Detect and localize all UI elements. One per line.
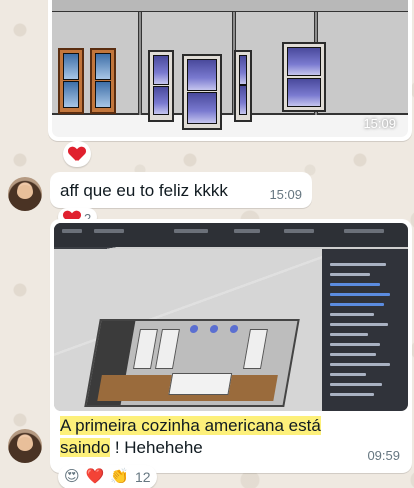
sender-avatar[interactable] <box>8 429 42 463</box>
message-time: 09:59 <box>367 448 400 463</box>
roof-shape <box>52 0 408 12</box>
ground-shape <box>52 115 408 137</box>
message-time: 15:09 <box>269 187 302 202</box>
house-render-image[interactable]: 15:09 <box>52 0 408 137</box>
window <box>90 48 116 114</box>
monitor-screen <box>54 223 408 411</box>
wall-pillar <box>138 12 142 115</box>
kitchen-render-photo[interactable] <box>54 223 408 411</box>
reaction-bar[interactable] <box>63 141 91 167</box>
sender-avatar[interactable] <box>8 177 42 211</box>
message-time: 15:09 <box>363 116 396 131</box>
reaction-count: 12 <box>135 469 151 485</box>
image-caption-message-bubble[interactable]: A primeira cozinha americana está saindo… <box>50 219 412 473</box>
face-with-hearts-emoji: 😍 <box>64 468 80 485</box>
image-message-bubble[interactable]: 15:09 <box>48 0 412 141</box>
text-message-bubble[interactable]: aff que eu to feliz kkkk 15:09 <box>50 172 312 208</box>
caption-text: ! Hehehehe <box>110 438 203 457</box>
3d-viewport <box>54 249 326 411</box>
red-heart-emoji: ❤️ <box>85 468 105 485</box>
highlighted-text: A primeira cozinha americana está <box>60 416 321 435</box>
window <box>234 50 252 122</box>
software-toolbar <box>54 223 408 247</box>
project-browser-panel <box>322 249 408 411</box>
message-caption: A primeira cozinha americana está saindo… <box>60 415 350 459</box>
window <box>148 50 174 122</box>
window <box>58 48 84 114</box>
window <box>182 54 222 130</box>
kitchen-model <box>84 319 300 407</box>
heart-icon <box>69 147 85 161</box>
window <box>282 42 326 112</box>
reaction-bar[interactable]: 😍 ❤️ 👏 12 <box>58 465 157 488</box>
message-text: aff que eu to feliz kkkk <box>60 181 228 200</box>
clapping-hands-emoji: 👏 <box>110 468 130 485</box>
highlighted-text: saindo <box>60 438 111 457</box>
